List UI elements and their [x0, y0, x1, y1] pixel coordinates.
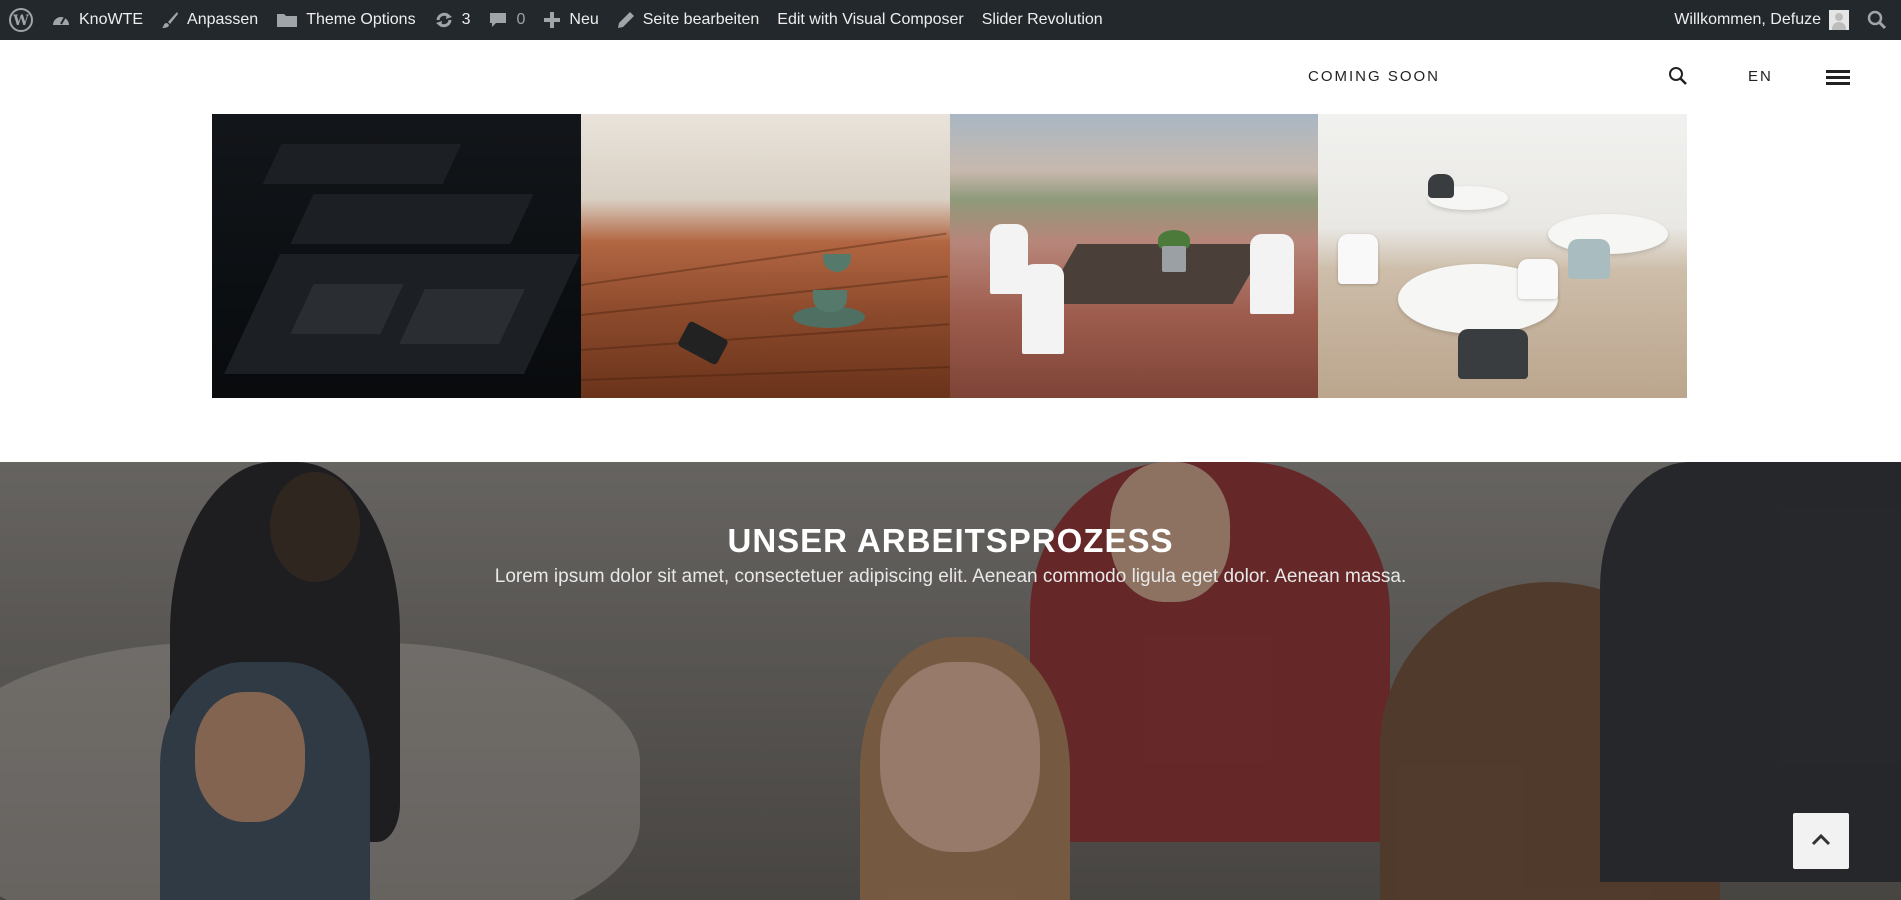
site-header: COMING SOON EN — [0, 40, 1901, 114]
welcome-label: Willkommen, Defuze — [1674, 11, 1821, 28]
search-icon — [1867, 10, 1887, 30]
pencil-icon — [617, 11, 635, 29]
back-to-top-button[interactable] — [1793, 813, 1849, 869]
header-search-button[interactable] — [1668, 66, 1688, 91]
svg-text:W: W — [12, 13, 29, 29]
nav-item-coming-soon[interactable]: COMING SOON — [1308, 68, 1440, 85]
edit-page-label: Seite bearbeiten — [642, 11, 760, 28]
comments-count: 0 — [516, 11, 526, 28]
process-section: UNSER ARBEITSPROZESS Lorem ipsum dolor s… — [0, 462, 1901, 900]
comments-link[interactable]: 0 — [479, 0, 534, 40]
wordpress-logo-button[interactable]: W — [0, 0, 42, 40]
new-label: Neu — [569, 11, 599, 28]
site-name-label: KnoWTE — [79, 11, 144, 28]
chevron-up-icon — [1811, 832, 1831, 851]
avatar — [1829, 10, 1849, 30]
process-title: UNSER ARBEITSPROZESS — [727, 522, 1174, 559]
admin-search-button[interactable] — [1858, 0, 1901, 40]
search-icon — [1668, 67, 1688, 90]
comment-bubble-icon — [488, 11, 508, 29]
language-switcher[interactable]: EN — [1748, 68, 1773, 85]
customize-link[interactable]: Anpassen — [152, 0, 267, 40]
gallery-image-white-cafe[interactable] — [1318, 114, 1687, 398]
gallery-image-restaurant-dark[interactable] — [212, 114, 581, 398]
dashboard-icon — [51, 11, 71, 29]
admin-bar-left: W KnoWTE Anpassen Theme Options 3 0 Neu … — [0, 0, 1112, 40]
theme-options-link[interactable]: Theme Options — [267, 0, 424, 40]
updates-count: 3 — [461, 11, 471, 28]
hamburger-menu-icon[interactable] — [1826, 70, 1850, 88]
wp-admin-bar: W KnoWTE Anpassen Theme Options 3 0 Neu … — [0, 0, 1901, 40]
wordpress-logo-icon: W — [9, 8, 33, 32]
customize-label: Anpassen — [187, 11, 259, 28]
slider-revolution-link[interactable]: Slider Revolution — [973, 0, 1112, 40]
image-gallery — [212, 114, 1687, 398]
site-name-menu[interactable]: KnoWTE — [42, 0, 152, 40]
refresh-icon — [434, 11, 454, 29]
slider-revolution-label: Slider Revolution — [981, 11, 1103, 28]
visual-composer-label: Edit with Visual Composer — [777, 11, 964, 28]
plus-icon — [543, 11, 561, 29]
theme-options-label: Theme Options — [306, 11, 416, 28]
paintbrush-icon — [161, 11, 179, 29]
my-account-menu[interactable]: Willkommen, Defuze — [1665, 0, 1858, 40]
gallery-image-wooden-table[interactable] — [580, 114, 950, 398]
gallery-image-outdoor-cafe[interactable] — [949, 114, 1319, 398]
edit-page-link[interactable]: Seite bearbeiten — [608, 0, 769, 40]
folder-icon — [276, 11, 298, 29]
updates-link[interactable]: 3 — [425, 0, 480, 40]
new-content-menu[interactable]: Neu — [534, 0, 607, 40]
admin-bar-right: Willkommen, Defuze — [1665, 0, 1901, 40]
process-subtitle: Lorem ipsum dolor sit amet, consectetuer… — [494, 566, 1407, 587]
visual-composer-link[interactable]: Edit with Visual Composer — [768, 0, 972, 40]
